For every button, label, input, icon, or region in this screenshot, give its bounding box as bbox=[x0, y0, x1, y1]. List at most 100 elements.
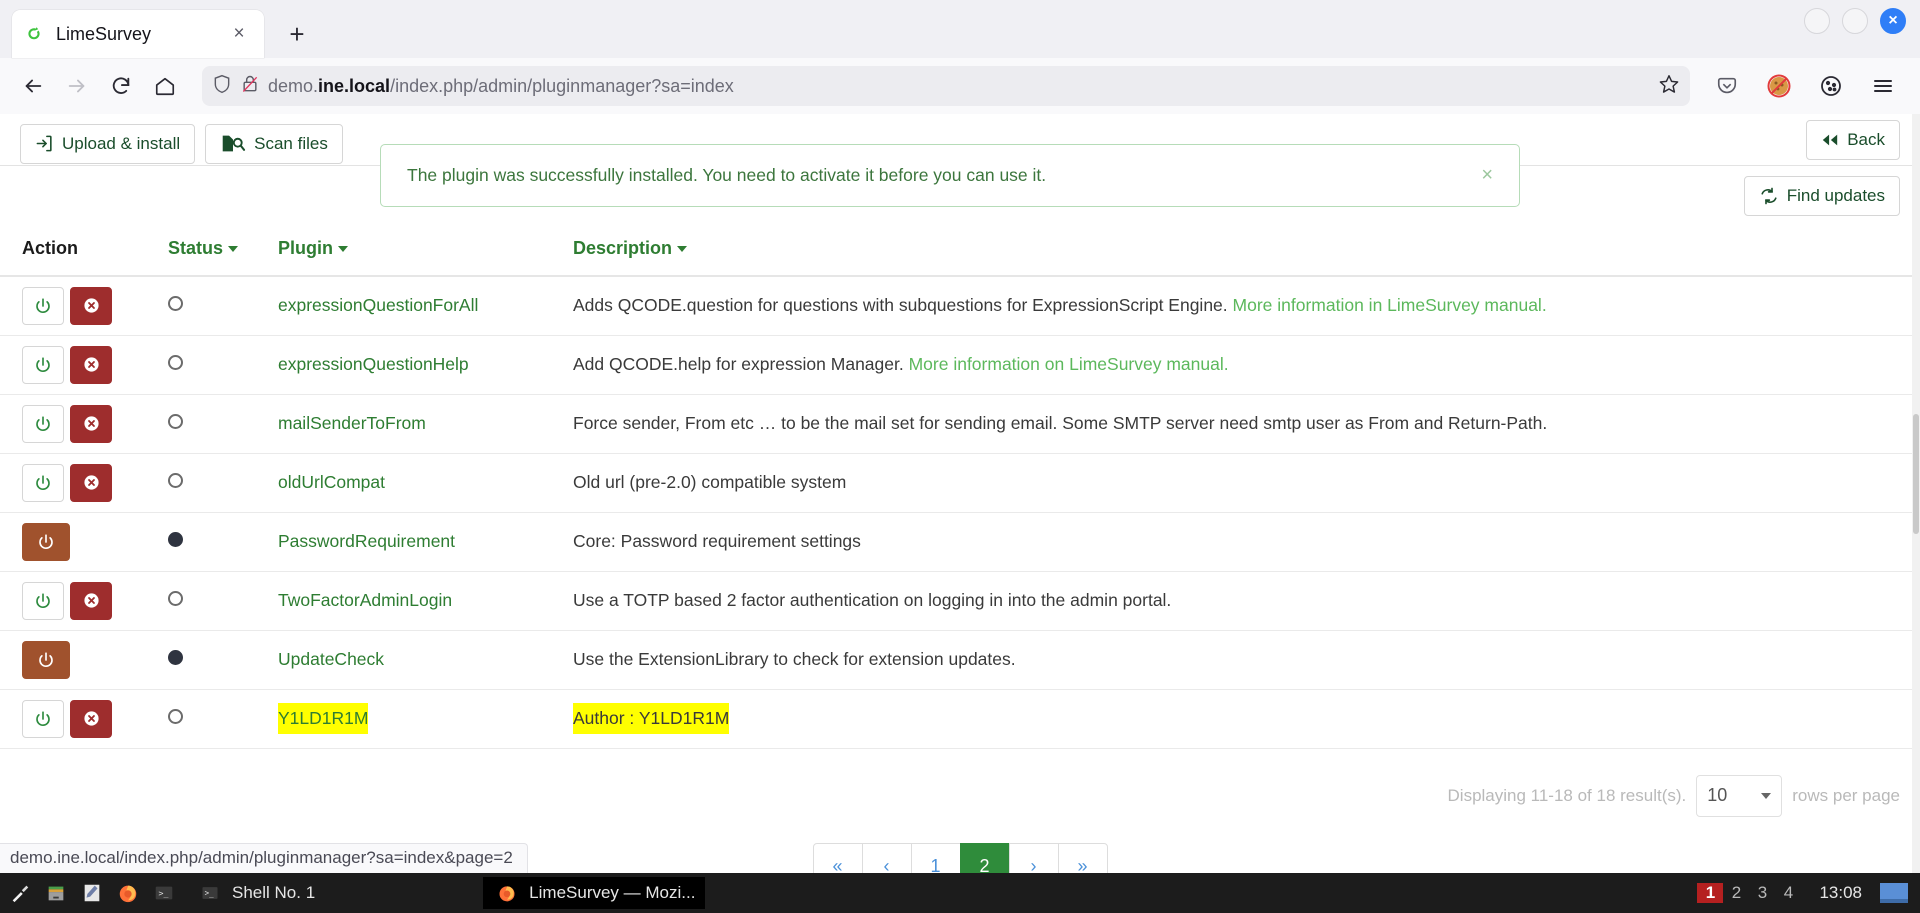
star-icon[interactable] bbox=[1658, 73, 1680, 100]
chevron-down-icon bbox=[677, 246, 688, 253]
table-row: TwoFactorAdminLogin Use a TOTP based 2 f… bbox=[0, 571, 1920, 631]
cell-status bbox=[168, 335, 278, 395]
pagination-prev[interactable]: ‹ bbox=[861, 842, 912, 873]
uninstall-plugin-button[interactable] bbox=[70, 345, 112, 384]
plugin-name-link[interactable]: Y1LD1R1M bbox=[278, 703, 369, 734]
cell-description: Add QCODE.help for expression Manager. M… bbox=[573, 335, 1920, 395]
table-row: mailSenderToFrom Force sender, From etc … bbox=[0, 394, 1920, 454]
firefox-icon[interactable] bbox=[114, 879, 142, 907]
activate-plugin-button[interactable] bbox=[22, 463, 64, 502]
back-button[interactable]: Back bbox=[1806, 120, 1900, 160]
scan-files-button[interactable]: Scan files bbox=[205, 123, 343, 164]
uninstall-plugin-button[interactable] bbox=[70, 286, 112, 325]
cell-status bbox=[168, 689, 278, 749]
pocket-icon[interactable] bbox=[1708, 67, 1746, 105]
cell-description: Use a TOTP based 2 factor authentication… bbox=[573, 571, 1920, 631]
maximize-button[interactable] bbox=[1842, 8, 1868, 34]
menu-icon[interactable] bbox=[1864, 67, 1902, 105]
new-tab-button[interactable]: + bbox=[278, 15, 316, 53]
page-scrollbar[interactable] bbox=[1912, 114, 1920, 873]
pagination-last[interactable]: » bbox=[1057, 842, 1108, 873]
cell-description: Old url (pre-2.0) compatible system bbox=[573, 453, 1920, 513]
plugin-name-link[interactable]: TwoFactorAdminLogin bbox=[278, 590, 452, 610]
url-text[interactable]: demo.ine.local/index.php/admin/pluginman… bbox=[268, 76, 1650, 97]
home-icon[interactable] bbox=[146, 67, 184, 105]
close-icon[interactable]: × bbox=[226, 21, 252, 47]
cell-description: Author : Y1LD1R1M bbox=[573, 689, 1920, 749]
tray-icon[interactable] bbox=[1880, 883, 1908, 903]
uninstall-plugin-button[interactable] bbox=[70, 581, 112, 620]
cookie-icon[interactable] bbox=[1812, 67, 1850, 105]
clock: 13:08 bbox=[1819, 883, 1862, 902]
header-description[interactable]: Description bbox=[573, 232, 1920, 277]
desktop-2[interactable]: 2 bbox=[1723, 883, 1749, 903]
file-search-icon bbox=[220, 134, 246, 153]
success-alert: The plugin was successfully installed. Y… bbox=[380, 144, 1520, 207]
find-updates-button[interactable]: Find updates bbox=[1743, 176, 1900, 216]
pagination-first[interactable]: « bbox=[812, 842, 863, 873]
pagination-page-2[interactable]: 2 bbox=[959, 842, 1010, 873]
pagination-next[interactable]: › bbox=[1008, 842, 1059, 873]
blocked-cookie-icon[interactable] bbox=[1760, 67, 1798, 105]
taskbar-item-limesurvey[interactable]: LimeSurvey — Mozi... bbox=[483, 877, 706, 909]
plugin-description-link[interactable]: More information on LimeSurvey manual. bbox=[909, 354, 1229, 374]
plugin-name-link[interactable]: mailSenderToFrom bbox=[278, 413, 426, 433]
activate-plugin-button[interactable] bbox=[22, 404, 64, 443]
uninstall-plugin-button[interactable] bbox=[70, 463, 112, 502]
back-icon[interactable] bbox=[14, 67, 52, 105]
cell-action bbox=[0, 689, 168, 749]
tool-icon[interactable] bbox=[6, 879, 34, 907]
plugin-name-link[interactable]: expressionQuestionHelp bbox=[278, 354, 469, 374]
displaying-text: Displaying 11-18 of 18 result(s). bbox=[1447, 785, 1687, 805]
editor-icon[interactable] bbox=[78, 879, 106, 907]
table-row: oldUrlCompat Old url (pre-2.0) compatibl… bbox=[0, 453, 1920, 513]
plugin-description-text: Use a TOTP based 2 factor authentication… bbox=[573, 590, 1172, 610]
address-bar[interactable]: demo.ine.local/index.php/admin/pluginman… bbox=[202, 66, 1690, 106]
plugin-description-text: Core: Password requirement settings bbox=[573, 531, 861, 551]
rows-per-page-select[interactable]: 10 bbox=[1696, 774, 1783, 817]
plugin-description-text: Adds QCODE.question for questions with s… bbox=[573, 295, 1233, 316]
status-badge bbox=[168, 473, 183, 488]
terminal-icon[interactable]: >_ bbox=[150, 879, 178, 907]
desktop-3[interactable]: 3 bbox=[1749, 883, 1775, 903]
files-icon[interactable] bbox=[42, 879, 70, 907]
minimize-button[interactable] bbox=[1804, 8, 1830, 34]
upload-install-button[interactable]: Upload & install bbox=[20, 123, 196, 164]
cell-action bbox=[0, 512, 168, 572]
status-badge bbox=[168, 414, 183, 429]
reload-icon[interactable] bbox=[102, 67, 140, 105]
plugin-name-link[interactable]: PasswordRequirement bbox=[278, 531, 455, 551]
desktop-taskbar: >_ >_ Shell No. 1 LimeSurvey — Mozi... 1… bbox=[0, 873, 1920, 913]
header-status[interactable]: Status bbox=[168, 232, 278, 277]
browser-tab-limesurvey[interactable]: LimeSurvey × bbox=[12, 10, 264, 58]
plugin-description-link[interactable]: More information in LimeSurvey manual. bbox=[1233, 295, 1547, 315]
uninstall-plugin-button[interactable] bbox=[70, 404, 112, 443]
desktop-4[interactable]: 4 bbox=[1775, 883, 1801, 903]
uninstall-plugin-button[interactable] bbox=[70, 699, 112, 738]
plugin-name-link[interactable]: expressionQuestionForAll bbox=[278, 295, 478, 315]
activate-plugin-button[interactable] bbox=[22, 581, 64, 620]
cell-plugin: Y1LD1R1M bbox=[278, 689, 573, 749]
pagination-page-1[interactable]: 1 bbox=[910, 842, 961, 873]
taskbar-item-shell[interactable]: >_ Shell No. 1 bbox=[186, 877, 325, 909]
close-window-button[interactable]: × bbox=[1880, 8, 1906, 34]
deactivate-plugin-button[interactable] bbox=[22, 522, 70, 561]
scrollbar-thumb[interactable] bbox=[1913, 414, 1919, 534]
plugin-description-text: Add QCODE.help for expression Manager. bbox=[573, 354, 909, 374]
forward-icon[interactable] bbox=[58, 67, 96, 105]
lock-crossed-icon[interactable] bbox=[240, 73, 260, 100]
browser-toolbar-actions bbox=[1708, 67, 1906, 105]
cell-status bbox=[168, 453, 278, 513]
activate-plugin-button[interactable] bbox=[22, 345, 64, 384]
status-badge bbox=[168, 591, 183, 606]
activate-plugin-button[interactable] bbox=[22, 699, 64, 738]
desktop-1[interactable]: 1 bbox=[1697, 883, 1724, 903]
plugin-name-link[interactable]: UpdateCheck bbox=[278, 649, 384, 669]
shield-icon[interactable] bbox=[212, 73, 232, 100]
activate-plugin-button[interactable] bbox=[22, 286, 64, 325]
plugin-name-link[interactable]: oldUrlCompat bbox=[278, 472, 385, 492]
header-plugin[interactable]: Plugin bbox=[278, 232, 573, 277]
close-icon[interactable]: × bbox=[1481, 165, 1493, 185]
deactivate-plugin-button[interactable] bbox=[22, 640, 70, 679]
cell-status bbox=[168, 571, 278, 631]
